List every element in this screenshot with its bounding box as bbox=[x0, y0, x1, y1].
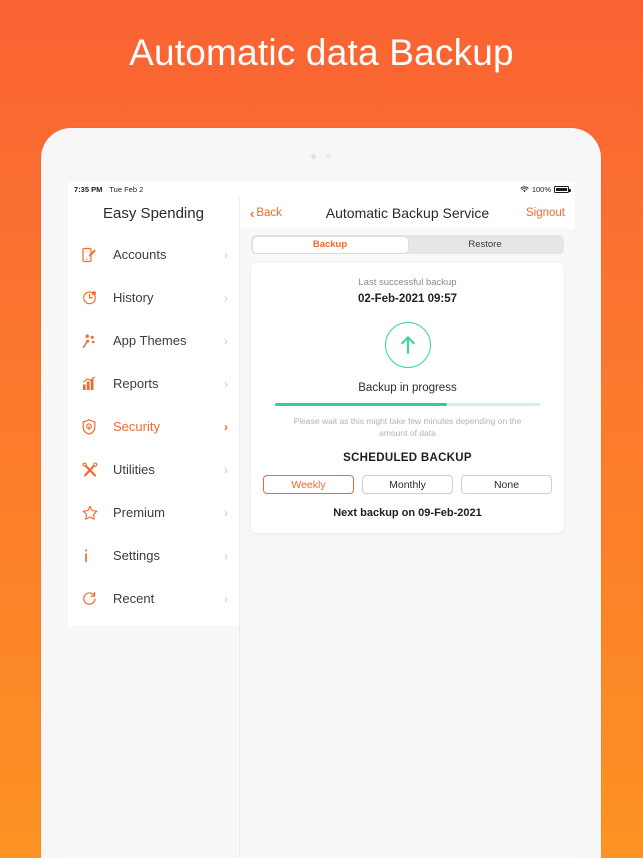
status-bar: 7:35 PM Tue Feb 2 100% bbox=[68, 182, 575, 197]
sidebar-item-utilities[interactable]: Utilities › bbox=[68, 448, 239, 491]
bar-chart-icon bbox=[82, 376, 104, 391]
sidebar-item-settings[interactable]: Settings › bbox=[68, 534, 239, 577]
backup-card: Last successful backup 02-Feb-2021 09:57… bbox=[251, 263, 564, 534]
clock-icon bbox=[82, 290, 104, 305]
upload-indicator bbox=[263, 322, 552, 368]
chevron-right-icon: › bbox=[224, 333, 228, 348]
shield-icon bbox=[82, 418, 104, 435]
chevron-right-icon: › bbox=[224, 247, 228, 262]
sidebar-item-history[interactable]: History › bbox=[68, 276, 239, 319]
chevron-right-icon: › bbox=[224, 505, 228, 520]
chevron-right-icon: › bbox=[224, 548, 228, 563]
paint-dots-icon bbox=[82, 333, 104, 349]
page-headline: Automatic data Backup bbox=[129, 32, 514, 73]
info-icon bbox=[82, 548, 104, 564]
tab-restore[interactable]: Restore bbox=[408, 237, 563, 253]
navigation-bar: Easy Spending ‹ Back Automatic Backup Se… bbox=[68, 197, 575, 229]
chevron-right-icon: › bbox=[224, 591, 228, 606]
app-title: Easy Spending bbox=[103, 204, 204, 222]
last-backup-label: Last successful backup bbox=[358, 277, 457, 288]
sidebar-item-recent[interactable]: Recent › bbox=[68, 577, 239, 620]
chevron-right-icon: › bbox=[224, 290, 228, 305]
schedule-options: Weekly Monthly None bbox=[263, 475, 552, 495]
sidebar-item-label: Security bbox=[113, 419, 160, 434]
back-label: Back bbox=[256, 207, 282, 219]
tab-backup[interactable]: Backup bbox=[252, 236, 408, 253]
progress-label: Backup in progress bbox=[358, 382, 457, 394]
device-frame: 7:35 PM Tue Feb 2 100% Easy Spending ‹ B… bbox=[41, 128, 601, 858]
sidebar-item-label: App Themes bbox=[113, 333, 187, 348]
last-backup-value: 02-Feb-2021 09:57 bbox=[357, 293, 458, 305]
sidebar-item-label: Recent bbox=[113, 591, 155, 606]
sidebar-item-label: Premium bbox=[113, 505, 166, 520]
sidebar-item-label: Reports bbox=[113, 376, 159, 391]
speaker-dot bbox=[326, 154, 331, 159]
scheduled-backup-title: SCHEDULED BACKUP bbox=[343, 452, 472, 465]
sidebar-item-label: Settings bbox=[113, 548, 160, 563]
camera-dot bbox=[311, 154, 316, 159]
tools-icon bbox=[82, 461, 104, 478]
signout-button[interactable]: Signout bbox=[526, 207, 565, 219]
device-camera-dots bbox=[41, 154, 601, 159]
wait-message: Please wait as this might take few minut… bbox=[293, 415, 522, 438]
page-title: Automatic Backup Service bbox=[325, 205, 490, 221]
status-date: Tue Feb 2 bbox=[109, 185, 144, 194]
star-icon bbox=[82, 505, 104, 521]
sidebar: Accounts › History › App Themes › Report… bbox=[68, 229, 240, 858]
battery-percent: 100% bbox=[531, 185, 551, 194]
wifi-icon bbox=[520, 186, 529, 193]
sidebar-item-label: Utilities bbox=[113, 462, 155, 477]
sidebar-item-security[interactable]: Security › bbox=[68, 405, 239, 448]
phone-edit-icon bbox=[82, 247, 104, 263]
sidebar-item-accounts[interactable]: Accounts › bbox=[68, 233, 239, 276]
sidebar-menu: Accounts › History › App Themes › Report… bbox=[68, 229, 239, 626]
schedule-option-monthly[interactable]: Monthly bbox=[362, 475, 453, 495]
next-backup-text: Next backup on 09-Feb-2021 bbox=[333, 507, 482, 520]
screen-body: Accounts › History › App Themes › Report… bbox=[68, 229, 575, 858]
sidebar-item-app-themes[interactable]: App Themes › bbox=[68, 319, 239, 362]
schedule-option-weekly[interactable]: Weekly bbox=[263, 475, 354, 495]
sidebar-item-reports[interactable]: Reports › bbox=[68, 362, 239, 405]
content-area: Backup Restore Last successful backup 02… bbox=[240, 229, 575, 858]
sidebar-item-label: History bbox=[113, 290, 154, 305]
schedule-option-none[interactable]: None bbox=[461, 475, 552, 495]
nav-right-area: ‹ Back Automatic Backup Service Signout bbox=[240, 197, 575, 229]
device-screen: 7:35 PM Tue Feb 2 100% Easy Spending ‹ B… bbox=[68, 182, 575, 858]
back-button[interactable]: ‹ Back bbox=[250, 207, 282, 220]
progress-bar bbox=[275, 403, 540, 406]
segmented-control: Backup Restore bbox=[251, 235, 564, 254]
chevron-right-icon: › bbox=[224, 462, 228, 477]
progress-bar-fill bbox=[275, 403, 448, 406]
chevron-right-icon: › bbox=[224, 419, 228, 434]
chevron-right-icon: › bbox=[224, 376, 228, 391]
upload-arrow-circle-icon bbox=[384, 322, 431, 368]
sidebar-item-premium[interactable]: Premium › bbox=[68, 491, 239, 534]
chevron-left-icon: ‹ bbox=[250, 205, 255, 221]
refresh-icon bbox=[82, 591, 104, 606]
battery-full-icon bbox=[554, 186, 571, 193]
app-title-area: Easy Spending bbox=[68, 197, 240, 229]
sidebar-item-label: Accounts bbox=[113, 247, 167, 262]
status-time: 7:35 PM bbox=[74, 185, 103, 194]
